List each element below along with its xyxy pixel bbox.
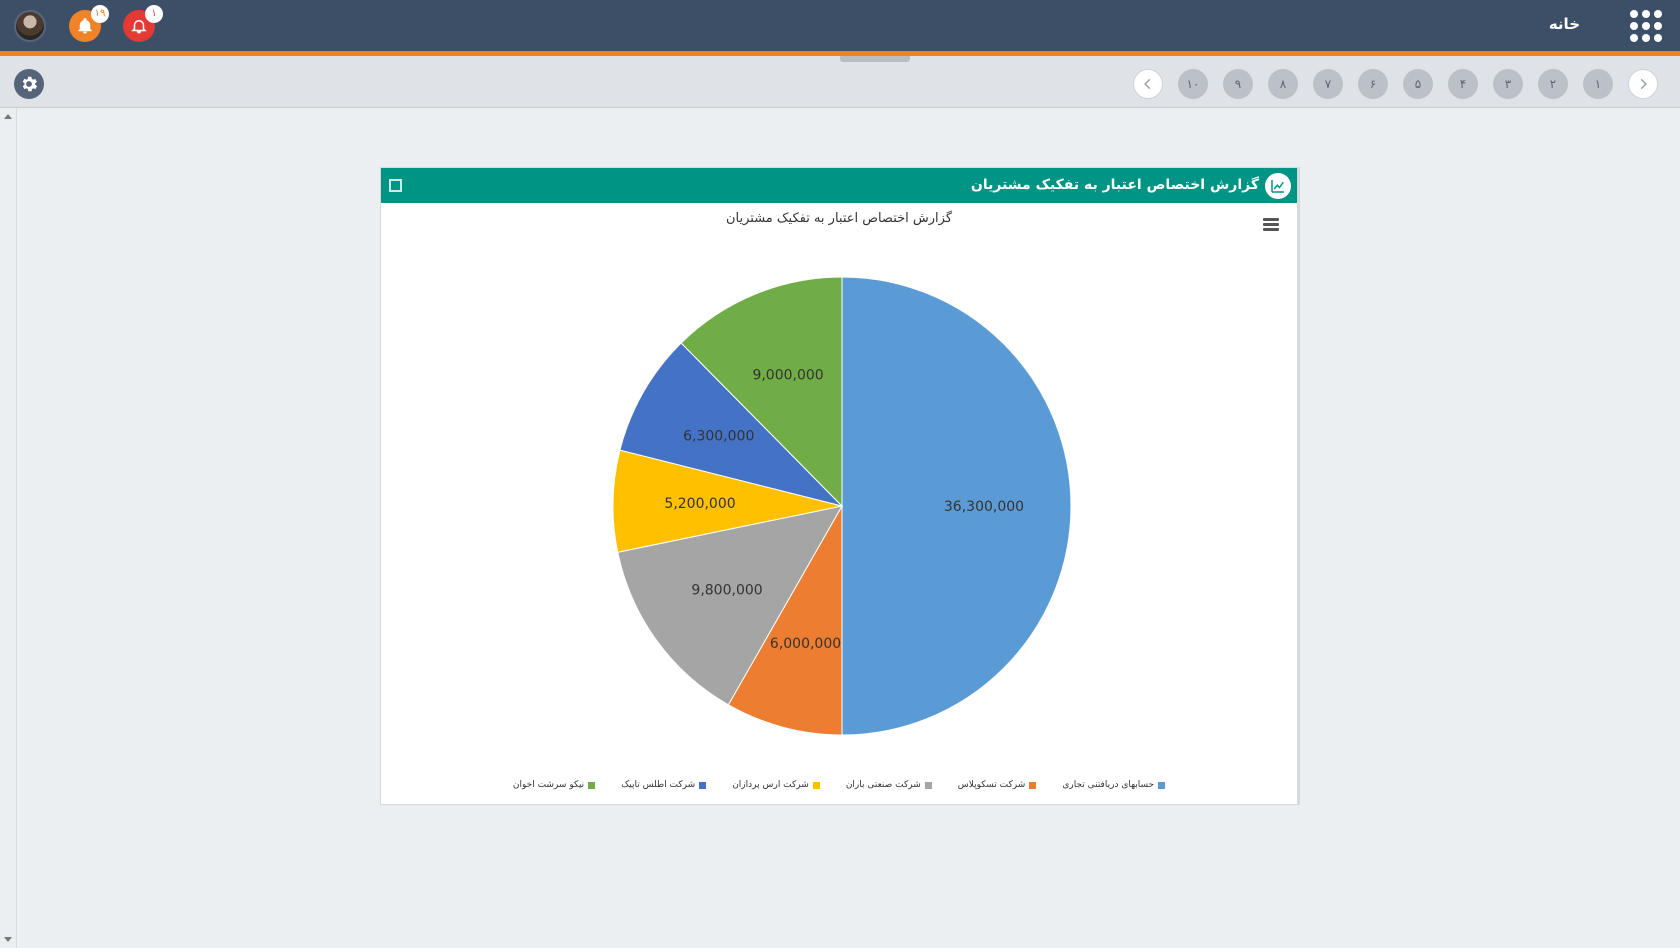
- legend-item-3[interactable]: شرکت صنعتی باران: [846, 780, 932, 790]
- alerts-button[interactable]: ۱: [123, 5, 163, 42]
- gear-icon: [22, 76, 38, 92]
- pie-data-label-6: 9,000,000: [752, 368, 823, 384]
- panel-title: گزارش اختصاص اعتبار به تفکیک مشتریان: [970, 177, 1259, 193]
- bell-icon: [131, 20, 147, 34]
- scroll-up-arrow[interactable]: [4, 114, 12, 119]
- chart-legend: حسابهای دریافتنی تجاری شرکت تسکوپلاس شرکت …: [381, 780, 1297, 790]
- legend-item-2[interactable]: شرکت تسکوپلاس: [958, 780, 1037, 790]
- pie-data-label-4: 5,200,000: [664, 496, 735, 512]
- legend-swatch: [1158, 781, 1166, 789]
- page-tab-8[interactable]: ۸: [1268, 69, 1298, 99]
- legend-label: شرکت ارس پردازان: [732, 780, 809, 790]
- notifications-badge: ۱۹: [91, 5, 109, 23]
- top-bar: ۱۹ ۱ خانه: [0, 0, 1680, 51]
- bell-icon: [78, 18, 92, 34]
- pie-data-label-2: 6,000,000: [770, 636, 841, 652]
- legend-item-5[interactable]: شرکت اطلس تاپیک: [621, 780, 707, 790]
- scroll-down-arrow[interactable]: [4, 937, 12, 942]
- legend-swatch: [699, 781, 707, 789]
- legend-swatch: [924, 781, 932, 789]
- next-page-button[interactable]: [1628, 69, 1658, 99]
- legend-label: حسابهای دریافتنی تجاری: [1062, 780, 1155, 790]
- legend-label: شرکت اطلس تاپیک: [621, 780, 696, 790]
- pie-data-label-3: 9,800,000: [691, 582, 762, 598]
- legend-item-6[interactable]: نیکو سرشت اخوان: [512, 780, 596, 790]
- report-panel: گزارش اختصاص اعتبار به تفکیک مشتریان گزا…: [380, 167, 1300, 805]
- page-tab-7[interactable]: ۷: [1313, 69, 1343, 99]
- pie-data-label-1: 36,300,000: [944, 499, 1024, 515]
- legend-label: شرکت تسکوپلاس: [957, 780, 1026, 790]
- page-tab-1[interactable]: ۱: [1583, 69, 1613, 99]
- chevron-left-icon: [1144, 78, 1151, 90]
- prev-page-button[interactable]: [1133, 69, 1163, 99]
- chevron-right-icon: [1640, 78, 1647, 90]
- page-tab-5[interactable]: ۵: [1403, 69, 1433, 99]
- pie-data-label-5: 6,300,000: [683, 429, 754, 445]
- page-tab-4[interactable]: ۴: [1448, 69, 1478, 99]
- page-tab-2[interactable]: ۲: [1538, 69, 1568, 99]
- maximize-icon[interactable]: [389, 179, 402, 192]
- alerts-badge: ۱: [145, 5, 163, 23]
- pie-chart: 36,300,000 6,000,000 9,800,000 5,200,000 6,3…: [612, 276, 1072, 736]
- apps-grid-icon[interactable]: [1630, 10, 1662, 42]
- legend-label: شرکت صنعتی باران: [845, 780, 921, 790]
- legend-label: نیکو سرشت اخوان: [512, 780, 585, 790]
- settings-button[interactable]: [14, 69, 44, 99]
- chart-report-icon: [1265, 173, 1291, 199]
- page-tab-6[interactable]: ۶: [1358, 69, 1388, 99]
- legend-swatch: [588, 781, 596, 789]
- user-avatar[interactable]: [14, 10, 46, 42]
- page-tab-bar: ۱۰ ۹ ۸ ۷ ۶ ۵ ۴ ۳ ۲ ۱: [0, 56, 1680, 108]
- page-tab-9[interactable]: ۹: [1223, 69, 1253, 99]
- home-link[interactable]: خانه: [1549, 15, 1580, 33]
- notifications-button[interactable]: ۱۹: [69, 5, 109, 42]
- panel-header: گزارش اختصاص اعتبار به تفکیک مشتریان: [381, 168, 1297, 203]
- legend-swatch: [1029, 781, 1037, 789]
- tabbar-drag-handle[interactable]: [840, 56, 910, 62]
- page-tab-3[interactable]: ۳: [1493, 69, 1523, 99]
- legend-item-4[interactable]: شرکت ارس پردازان: [732, 780, 820, 790]
- legend-swatch: [812, 781, 820, 789]
- legend-item-1[interactable]: حسابهای دریافتنی تجاری: [1062, 780, 1166, 790]
- page-tab-10[interactable]: ۱۰: [1178, 69, 1208, 99]
- scrollbar-track[interactable]: [16, 108, 17, 948]
